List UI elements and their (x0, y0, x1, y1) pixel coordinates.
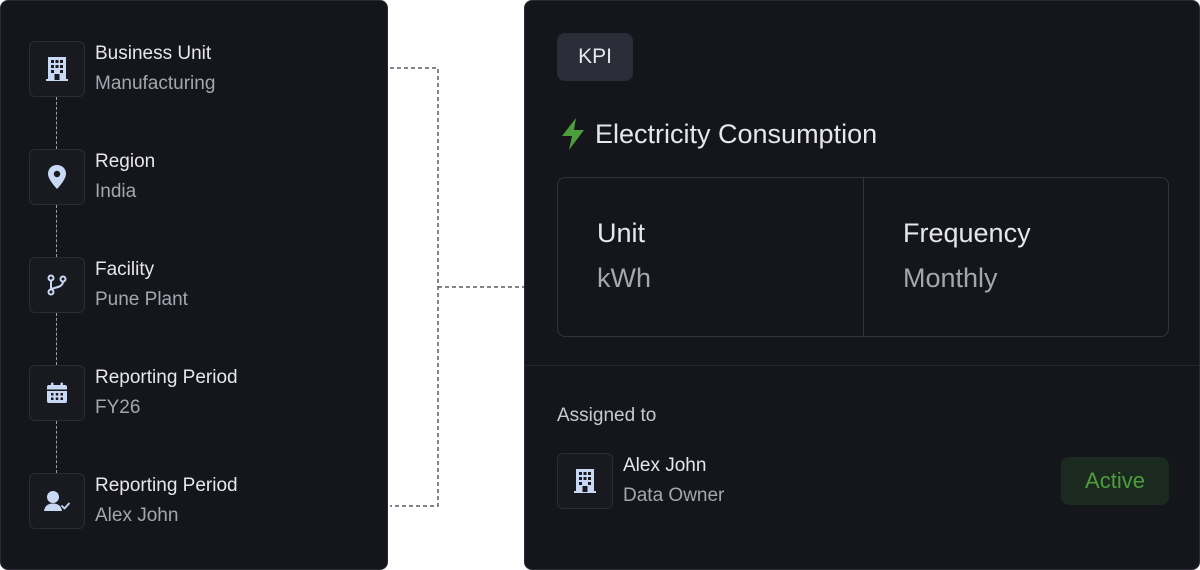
hierarchy-panel: Business Unit Manufacturing Region India… (0, 0, 388, 570)
step-value: Manufacturing (95, 73, 216, 94)
building-icon (557, 453, 613, 509)
step-label: Reporting Period (95, 475, 238, 496)
step-value: Pune Plant (95, 289, 188, 310)
unit-label: Unit (597, 218, 646, 248)
hierarchy-step-region[interactable]: Region India (29, 149, 359, 205)
step-value: Alex John (95, 505, 179, 526)
step-connector-line (56, 97, 57, 149)
info-divider (863, 178, 864, 336)
hierarchy-step-business-unit[interactable]: Business Unit Manufacturing (29, 41, 359, 97)
step-label: Business Unit (95, 43, 212, 64)
frequency-value: Monthly (903, 263, 998, 293)
assignee-name[interactable]: Alex John (623, 455, 706, 477)
kpi-badge: KPI (557, 33, 633, 81)
calendar-icon (29, 365, 85, 421)
location-pin-icon (29, 149, 85, 205)
hierarchy-step-facility[interactable]: Facility Pune Plant (29, 257, 359, 313)
lightning-icon (562, 118, 584, 150)
step-label: Reporting Period (95, 367, 238, 388)
step-connector-line (56, 205, 57, 257)
git-branch-icon (29, 257, 85, 313)
kpi-title: Electricity Consumption (595, 118, 878, 149)
step-value: India (95, 181, 137, 202)
kpi-unit: Unit kWh (597, 218, 651, 294)
step-connector-line (56, 313, 57, 365)
step-connector-line (56, 421, 57, 473)
kpi-info-box: Unit kWh Frequency Monthly (557, 177, 1169, 337)
building-icon (29, 41, 85, 97)
panel-connector (390, 67, 524, 507)
assigned-to-heading: Assigned to (557, 405, 657, 426)
step-label: Facility (95, 259, 155, 280)
kpi-panel: KPI Electricity Consumption Unit kWh Fre… (524, 0, 1200, 570)
unit-value: kWh (597, 263, 651, 293)
frequency-label: Frequency (903, 218, 1031, 248)
hierarchy-step-reporting-period[interactable]: Reporting Period FY26 (29, 365, 359, 421)
assignee-role: Data Owner (623, 485, 725, 506)
status-badge: Active (1061, 457, 1169, 505)
step-label: Region (95, 151, 156, 172)
kpi-frequency: Frequency Monthly (903, 218, 1031, 294)
section-divider (525, 365, 1199, 366)
hierarchy-step-owner[interactable]: Reporting Period Alex John (29, 473, 359, 529)
user-check-icon (29, 473, 85, 529)
step-value: FY26 (95, 397, 141, 418)
kpi-title-row: Electricity Consumption (559, 117, 877, 151)
